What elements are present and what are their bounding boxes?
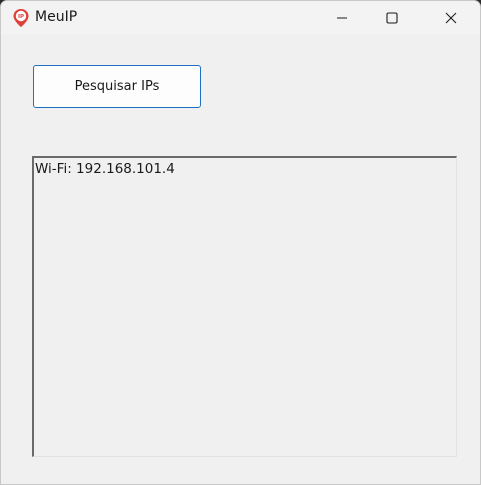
maximize-icon bbox=[386, 9, 398, 28]
close-button[interactable] bbox=[428, 1, 474, 35]
window-title: MeuIP bbox=[35, 9, 78, 25]
maximize-button[interactable] bbox=[369, 1, 415, 35]
location-pin-ip-icon: IP bbox=[12, 8, 30, 28]
title-bar[interactable]: IP MeuIP bbox=[1, 1, 480, 35]
output-textbox[interactable]: Wi-Fi: 192.168.101.4 bbox=[32, 156, 457, 457]
app-window: IP MeuIP Pesquisar IPs Wi-Fi: 192.168.10… bbox=[0, 0, 481, 485]
client-area: Pesquisar IPs Wi-Fi: 192.168.101.4 bbox=[1, 35, 480, 484]
close-icon bbox=[445, 9, 457, 28]
svg-text:IP: IP bbox=[18, 14, 24, 20]
minimize-button[interactable] bbox=[319, 1, 365, 35]
search-ips-button[interactable]: Pesquisar IPs bbox=[33, 65, 201, 108]
minimize-icon bbox=[336, 9, 348, 28]
